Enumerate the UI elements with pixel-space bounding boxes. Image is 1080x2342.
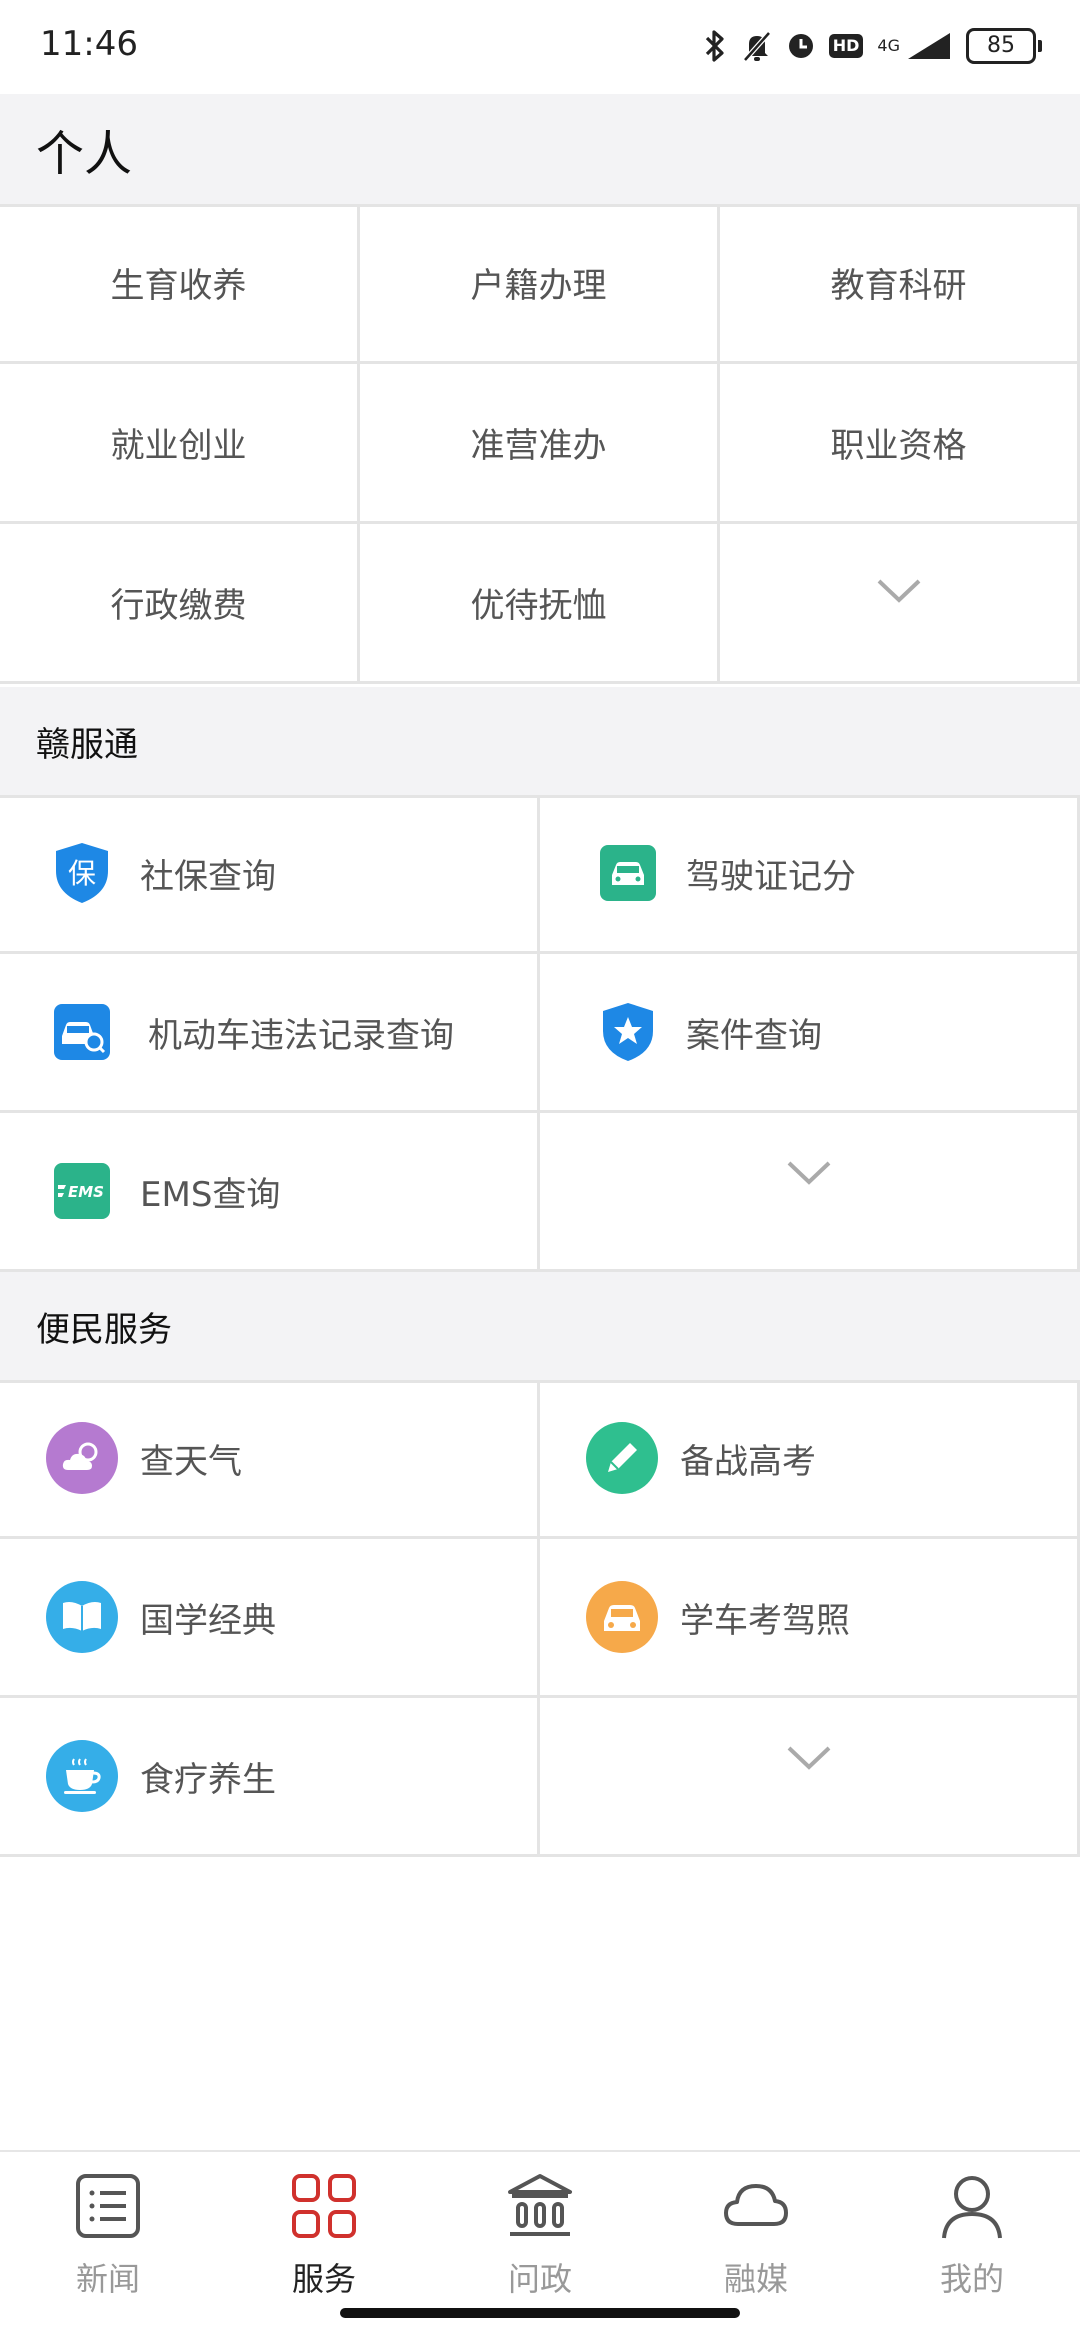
personal-item-household-registration[interactable]: 户籍办理 (360, 204, 720, 364)
news-list-icon (76, 2174, 140, 2238)
signal-icon (906, 31, 952, 61)
ganfutong-item-case-query[interactable]: 案件查询 (540, 954, 1080, 1113)
ganfutong-item-label: 社保查询 (140, 856, 276, 897)
nav-item-inquiry[interactable]: 问政 (432, 2166, 648, 2316)
convenience-item-label: 学车考驾照 (680, 1600, 850, 1641)
ganfutong-item-label: EMS查询 (140, 1174, 281, 1215)
convenience-item-weather[interactable]: 查天气 (0, 1380, 540, 1539)
svg-text:保: 保 (68, 857, 96, 890)
section-header-personal: 个人 (0, 94, 1080, 204)
book-icon (46, 1581, 118, 1653)
ganfutong-item-label: 案件查询 (686, 1015, 822, 1056)
personal-item-label: 生育收养 (110, 266, 247, 306)
bluetooth-icon (703, 29, 727, 63)
nav-item-news[interactable]: 新闻 (0, 2166, 216, 2316)
personal-item-education-research[interactable]: 教育科研 (720, 204, 1080, 364)
ganfutong-item-vehicle-violation[interactable]: 机动车违法记录查询 (0, 954, 540, 1113)
convenience-item-diet-health[interactable]: 食疗养生 (0, 1698, 540, 1857)
social-security-icon: 保 (46, 837, 118, 909)
nav-label: 我的 (939, 2260, 1004, 2298)
section-header-convenience: 便民服务 (0, 1272, 1080, 1380)
ganfutong-item-social-security[interactable]: 保 社保查询 (0, 795, 540, 954)
convenience-grid: 查天气 备战高考 国学经典 学车考驾照 食疗养生 (0, 1380, 1080, 1857)
personal-item-label: 户籍办理 (470, 266, 607, 306)
pencil-icon (586, 1422, 658, 1494)
mute-icon (741, 29, 773, 63)
personal-item-label: 职业资格 (830, 426, 967, 466)
personal-grid: 生育收养 户籍办理 教育科研 就业创业 准营准办 职业资格 行政缴费 优待抚恤 (0, 204, 1080, 687)
ganfutong-expand-button[interactable] (540, 1113, 1080, 1272)
chevron-down-icon (540, 1680, 1077, 1836)
status-bar: 11:46 HD 4G 85 (0, 0, 1080, 94)
ganfutong-item-driver-license-points[interactable]: 驾驶证记分 (540, 795, 1080, 954)
convenience-item-driving-test[interactable]: 学车考驾照 (540, 1539, 1080, 1698)
section-header-ganfutong: 赣服通 (0, 687, 1080, 795)
convenience-item-label: 食疗养生 (140, 1759, 276, 1800)
hd-icon: HD (828, 34, 864, 58)
personal-item-label: 优待抚恤 (470, 586, 607, 626)
user-profile-icon (942, 2176, 1002, 2239)
personal-item-label: 准营准办 (470, 426, 607, 466)
vehicle-search-icon (46, 996, 118, 1068)
nav-item-services[interactable]: 服务 (216, 2166, 432, 2316)
ganfutong-item-ems-query[interactable]: EMS EMS查询 (0, 1113, 540, 1272)
ganfutong-item-label: 机动车违法记录查询 (148, 1015, 454, 1056)
status-time: 11:46 (40, 24, 138, 64)
convenience-item-label: 国学经典 (140, 1600, 276, 1641)
cloud-icon (724, 2184, 788, 2226)
section-title-ganfutong: 赣服通 (36, 724, 138, 765)
svg-text:EMS: EMS (68, 1183, 104, 1201)
convenience-item-gaokao-prep[interactable]: 备战高考 (540, 1380, 1080, 1539)
battery-icon: 85 (966, 28, 1042, 64)
services-grid-icon (292, 2174, 356, 2238)
chevron-down-icon (540, 1095, 1077, 1251)
chevron-down-icon (720, 512, 1077, 669)
convenience-item-label: 查天气 (140, 1441, 242, 1482)
network-type: 4G (877, 36, 900, 55)
home-indicator[interactable] (340, 2308, 740, 2318)
driver-license-car-icon (592, 837, 664, 909)
convenience-item-chinese-classics[interactable]: 国学经典 (0, 1539, 540, 1698)
personal-item-birth-adoption[interactable]: 生育收养 (0, 204, 360, 364)
government-building-icon (508, 2174, 572, 2236)
section-title-personal: 个人 (36, 126, 133, 182)
alarm-icon (787, 32, 815, 60)
nav-label: 服务 (291, 2260, 356, 2298)
personal-item-administrative-fees[interactable]: 行政缴费 (0, 524, 360, 684)
ganfutong-grid: 保 社保查询 驾驶证记分 机动车违法记录查询 案件查询 EMS EMS查询 (0, 795, 1080, 1272)
section-title-convenience: 便民服务 (36, 1309, 172, 1350)
ems-icon: EMS (46, 1155, 118, 1227)
nav-label: 新闻 (75, 2260, 140, 2298)
personal-expand-button[interactable] (720, 524, 1080, 684)
convenience-expand-button[interactable] (540, 1698, 1080, 1857)
personal-item-business-permits[interactable]: 准营准办 (360, 364, 720, 524)
weather-icon (46, 1422, 118, 1494)
convenience-item-label: 备战高考 (680, 1441, 816, 1482)
status-icons: HD 4G 85 (703, 22, 1042, 70)
personal-item-label: 就业创业 (110, 426, 247, 466)
personal-item-preferential-care[interactable]: 优待抚恤 (360, 524, 720, 684)
nav-item-media[interactable]: 融媒 (648, 2166, 864, 2316)
nav-label: 融媒 (723, 2260, 788, 2298)
personal-item-label: 行政缴费 (110, 586, 247, 626)
personal-item-label: 教育科研 (830, 266, 967, 306)
nav-item-profile[interactable]: 我的 (864, 2166, 1080, 2316)
ganfutong-item-label: 驾驶证记分 (686, 856, 856, 897)
personal-item-employment[interactable]: 就业创业 (0, 364, 360, 524)
personal-item-professional-qualification[interactable]: 职业资格 (720, 364, 1080, 524)
police-shield-icon (592, 996, 664, 1068)
tea-cup-icon (46, 1740, 118, 1812)
nav-label: 问政 (507, 2260, 572, 2298)
car-icon (586, 1581, 658, 1653)
